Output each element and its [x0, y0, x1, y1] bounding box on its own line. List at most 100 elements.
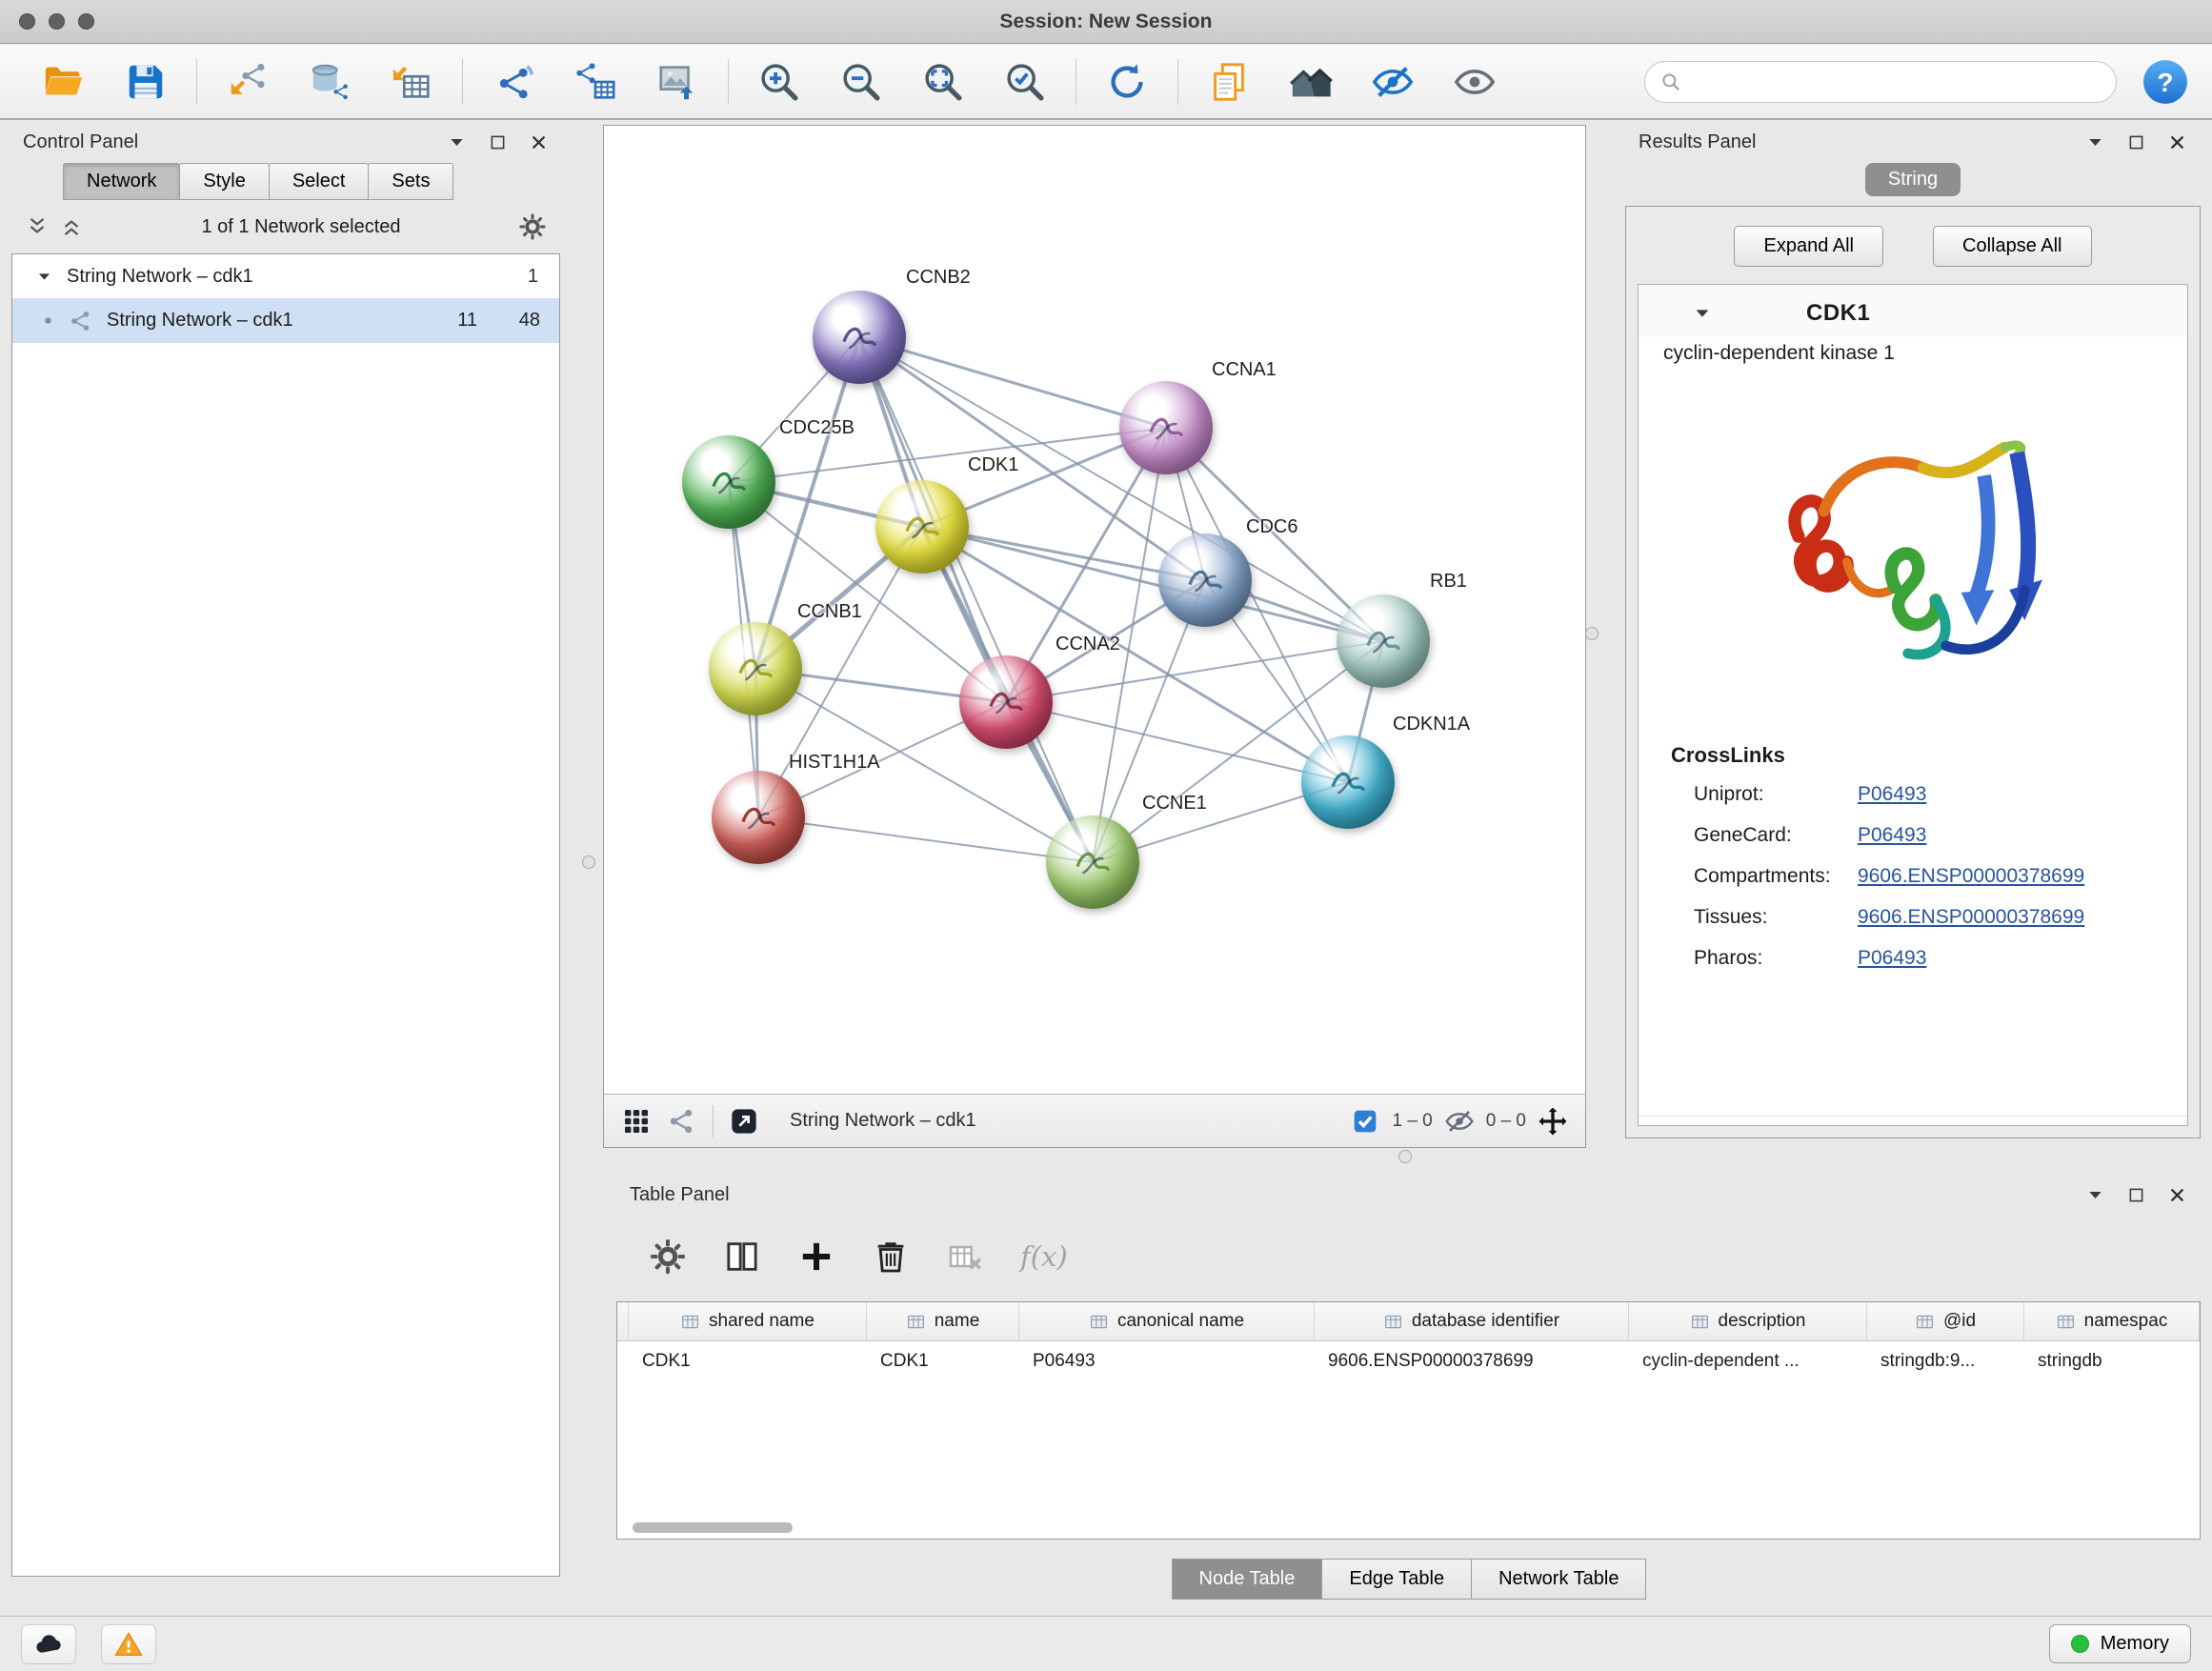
- import-network-from-database-button[interactable]: [303, 52, 356, 111]
- column-header-at-id[interactable]: @id: [1867, 1302, 2024, 1340]
- crosslink-compartments-link[interactable]: 9606.ENSP00000378699: [1858, 865, 2084, 888]
- help-button[interactable]: ?: [2142, 58, 2189, 106]
- network-edge[interactable]: [859, 337, 1093, 862]
- tab-network[interactable]: Network: [63, 163, 180, 200]
- copy-document-button[interactable]: [1202, 52, 1256, 111]
- network-node-cdc6[interactable]: [1158, 534, 1252, 627]
- refresh-view-button[interactable]: [1100, 52, 1154, 111]
- cloud-status-button[interactable]: [21, 1624, 76, 1664]
- network-canvas[interactable]: CCNB2CCNA1CDC25BCDK1CDC6RB1CCNB1CCNA2CDK…: [604, 126, 1585, 1094]
- panel-menu-button[interactable]: [2085, 132, 2105, 152]
- network-node-cdc25b[interactable]: [682, 435, 775, 529]
- crosslink-tissues-link[interactable]: 9606.ENSP00000378699: [1858, 906, 2084, 929]
- panel-close-button[interactable]: [529, 132, 549, 152]
- network-node-ccnb2[interactable]: [813, 291, 906, 384]
- tab-network-table[interactable]: Network Table: [1471, 1559, 1646, 1600]
- panel-float-button[interactable]: [2126, 132, 2146, 152]
- table-cell[interactable]: 9606.ENSP00000378699: [1317, 1351, 1631, 1372]
- splitter-handle-right[interactable]: [1585, 627, 1599, 640]
- hidden-count-indicator[interactable]: [1444, 1106, 1475, 1137]
- collapse-all-button[interactable]: Collapse All: [1933, 226, 2092, 267]
- table-cell[interactable]: CDK1: [631, 1351, 869, 1372]
- column-header-database-identifier[interactable]: database identifier: [1315, 1302, 1629, 1340]
- network-edge[interactable]: [859, 337, 1166, 428]
- save-session-button[interactable]: [119, 52, 172, 111]
- panel-float-button[interactable]: [2126, 1185, 2146, 1205]
- tab-edge-table[interactable]: Edge Table: [1321, 1559, 1472, 1600]
- column-header-namespac[interactable]: namespac: [2024, 1302, 2200, 1340]
- search-input[interactable]: [1691, 71, 2102, 92]
- tab-node-table[interactable]: Node Table: [1172, 1559, 1323, 1600]
- memory-button[interactable]: Memory: [2049, 1624, 2191, 1663]
- expand-all-tree-button[interactable]: [25, 214, 50, 239]
- network-node-cdk1[interactable]: [875, 480, 969, 574]
- open-session-button[interactable]: [37, 52, 90, 111]
- network-edge[interactable]: [758, 817, 1093, 862]
- results-tab-string[interactable]: String: [1865, 163, 1961, 196]
- column-header-name[interactable]: name: [867, 1302, 1019, 1340]
- network-collection-row[interactable]: String Network – cdk1 1: [12, 254, 559, 298]
- column-header-shared-name[interactable]: shared name: [629, 1302, 867, 1340]
- network-node-ccna1[interactable]: [1119, 381, 1213, 474]
- collapse-all-tree-button[interactable]: [59, 214, 84, 239]
- zoom-out-button[interactable]: [835, 52, 888, 111]
- network-node-ccna2[interactable]: [959, 655, 1053, 749]
- create-column-button[interactable]: [797, 1238, 835, 1276]
- zoom-fit-button[interactable]: [916, 52, 970, 111]
- close-window-button[interactable]: [19, 13, 35, 30]
- birds-eye-view-button[interactable]: [729, 1106, 759, 1137]
- gene-expander-icon[interactable]: [1692, 303, 1713, 324]
- table-cell[interactable]: P06493: [1021, 1351, 1317, 1372]
- function-builder-button[interactable]: f(x): [1020, 1240, 1068, 1273]
- panel-menu-button[interactable]: [447, 132, 467, 152]
- table-settings-button[interactable]: [649, 1238, 687, 1276]
- network-node-ccne1[interactable]: [1046, 815, 1139, 909]
- minimize-window-button[interactable]: [49, 13, 65, 30]
- warnings-button[interactable]: [101, 1624, 156, 1664]
- network-node-cdkn1a[interactable]: [1301, 735, 1395, 829]
- table-row[interactable]: CDK1CDK1P064939606.ENSP00000378699cyclin…: [617, 1341, 2200, 1380]
- panel-close-button[interactable]: [2167, 132, 2187, 152]
- network-row-selected[interactable]: String Network – cdk1 11 48: [12, 298, 559, 343]
- panel-float-button[interactable]: [488, 132, 508, 152]
- maximize-window-button[interactable]: [78, 13, 94, 30]
- crosslink-genecard-link[interactable]: P06493: [1858, 824, 1926, 847]
- table-cell[interactable]: cyclin-dependent ...: [1631, 1351, 1869, 1372]
- column-header-canonical-name[interactable]: canonical name: [1019, 1302, 1315, 1340]
- hide-annotations-button[interactable]: [1366, 52, 1419, 111]
- zoom-in-button[interactable]: [753, 52, 806, 111]
- network-node-ccnb1[interactable]: [709, 622, 802, 715]
- tab-select[interactable]: Select: [269, 163, 370, 200]
- grid-mode-button[interactable]: [621, 1106, 652, 1137]
- network-node-hist1h1a[interactable]: [712, 771, 805, 864]
- panel-close-button[interactable]: [2167, 1185, 2187, 1205]
- column-header-description[interactable]: description: [1629, 1302, 1867, 1340]
- results-scrollbar[interactable]: [1639, 1116, 2187, 1125]
- import-table-from-file-button[interactable]: [385, 52, 438, 111]
- show-graphics-details-button[interactable]: [1448, 52, 1501, 111]
- home-button[interactable]: [1284, 52, 1337, 111]
- search-box[interactable]: [1644, 61, 2117, 103]
- table-cell[interactable]: stringdb:9...: [1869, 1351, 2026, 1372]
- splitter-handle-bottom[interactable]: [1398, 1150, 1412, 1163]
- network-options-button[interactable]: [518, 212, 547, 241]
- expander-triangle-icon[interactable]: [35, 268, 53, 286]
- new-network-button[interactable]: [487, 52, 540, 111]
- expand-all-button[interactable]: Expand All: [1734, 226, 1883, 267]
- network-node-rb1[interactable]: [1337, 594, 1430, 688]
- splitter-handle-left[interactable]: [582, 856, 595, 869]
- tab-style[interactable]: Style: [179, 163, 269, 200]
- share-network-button[interactable]: [667, 1106, 697, 1137]
- selected-count-checkbox[interactable]: [1350, 1106, 1380, 1137]
- panel-menu-button[interactable]: [2085, 1185, 2105, 1205]
- export-image-button[interactable]: [651, 52, 704, 111]
- zoom-selected-button[interactable]: [998, 52, 1052, 111]
- import-network-from-file-button[interactable]: [221, 52, 274, 111]
- tab-sets[interactable]: Sets: [368, 163, 453, 200]
- network-edge[interactable]: [1006, 702, 1348, 782]
- table-horizontal-scrollbar[interactable]: [633, 1522, 793, 1533]
- table-cell[interactable]: stringdb: [2026, 1351, 2201, 1372]
- network-from-table-button[interactable]: [569, 52, 622, 111]
- delete-column-button[interactable]: [872, 1238, 910, 1276]
- crosslink-uniprot-link[interactable]: P06493: [1858, 783, 1926, 806]
